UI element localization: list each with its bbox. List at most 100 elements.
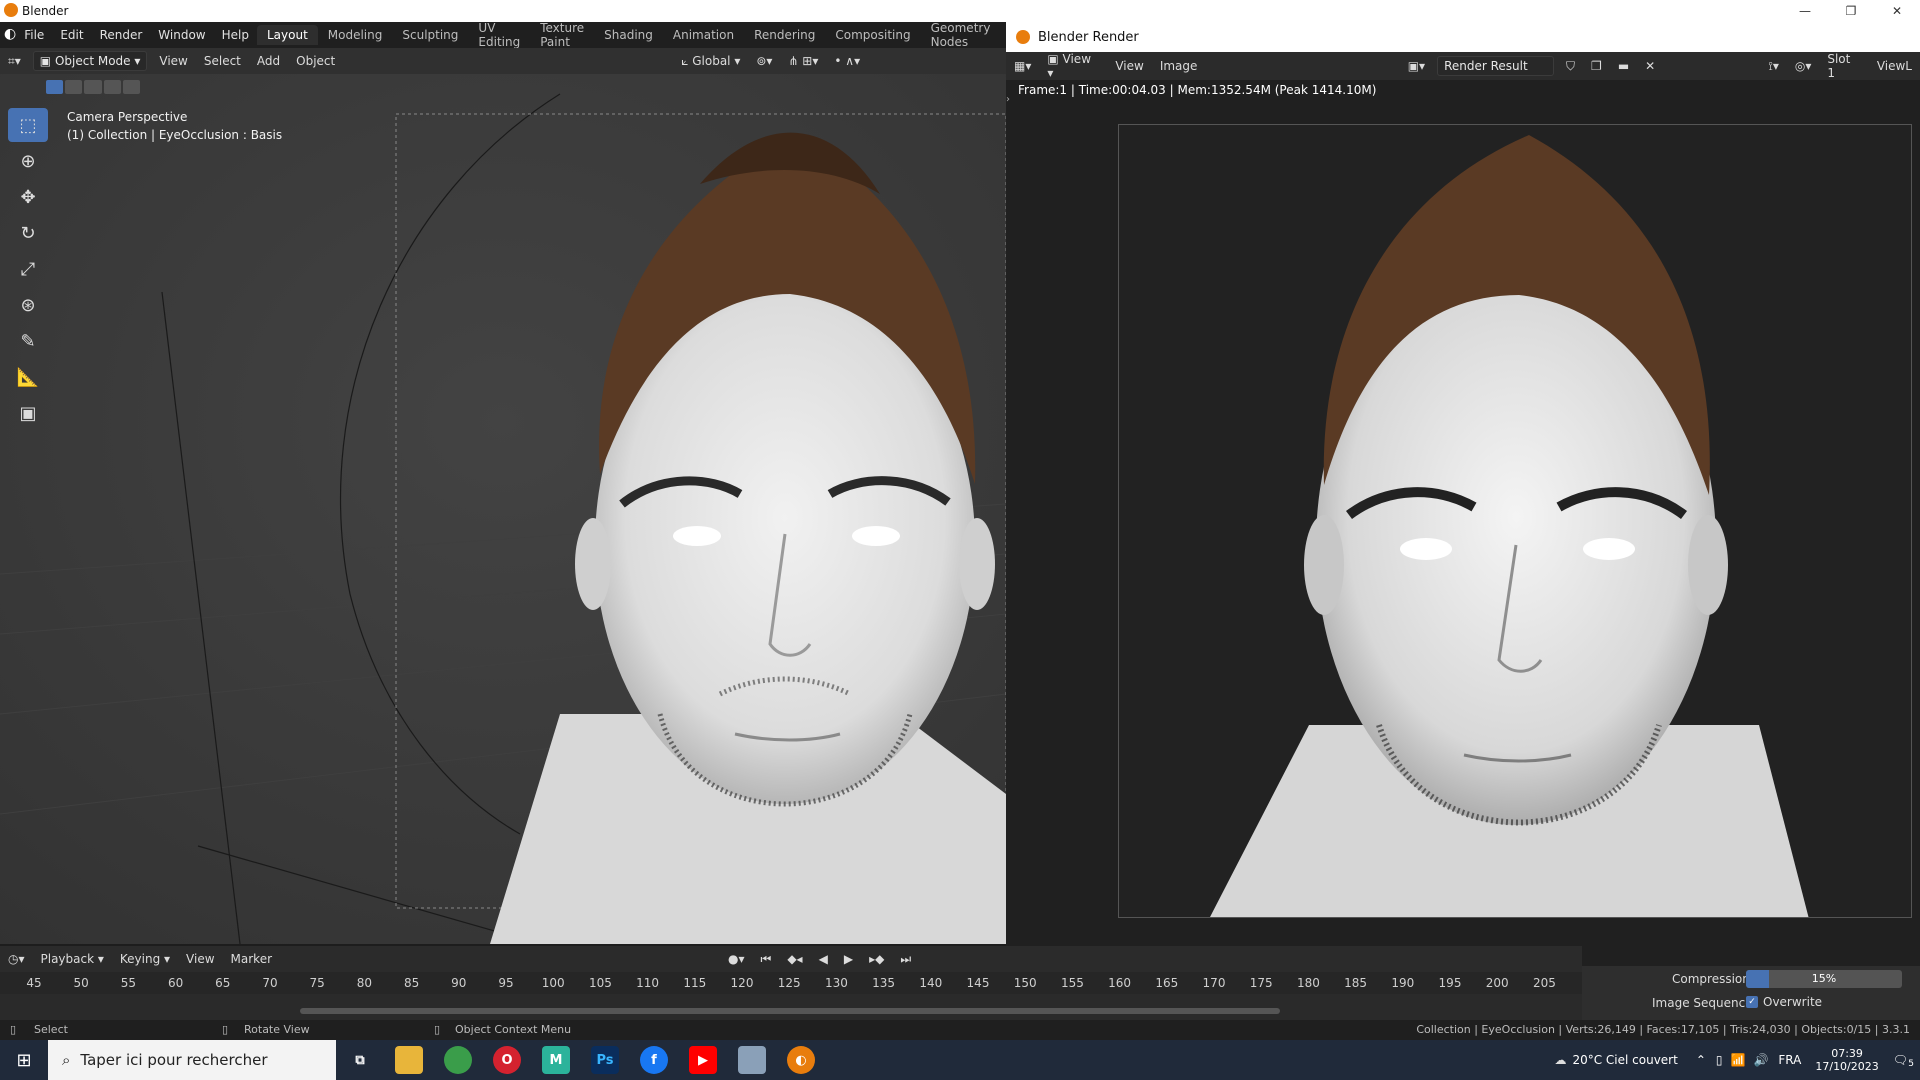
language-indicator[interactable]: FRA: [1778, 1053, 1801, 1067]
slot-dropdown[interactable]: Slot 1: [1819, 52, 1868, 80]
transform-icon[interactable]: ⊛: [8, 288, 48, 322]
timeline-ruler[interactable]: 45 50 55 60 65 70 75 80 85 90 95 100 105 110 115 120 125…: [0, 972, 1582, 994]
move-icon[interactable]: ✥: [8, 180, 48, 214]
menu-playback[interactable]: Playback ▾: [33, 952, 112, 966]
taskbar-search[interactable]: ⌕ Taper ici pour rechercher: [48, 1040, 336, 1080]
menu-marker[interactable]: Marker: [223, 952, 280, 966]
editor-type-icon[interactable]: ⌗▾: [0, 54, 29, 69]
image-view-dropdown[interactable]: ▣ View ▾: [1039, 52, 1107, 80]
play-reverse-icon[interactable]: ◀: [811, 952, 836, 966]
open-image-icon[interactable]: ▬: [1610, 59, 1637, 73]
timeline-scrollbar[interactable]: [300, 1008, 1280, 1014]
close-button[interactable]: ✕: [1874, 0, 1920, 22]
image-name-field[interactable]: Render Result: [1437, 56, 1555, 76]
select-extend-icon[interactable]: [65, 80, 83, 94]
mode-label: Object Mode: [54, 54, 131, 68]
menu-image[interactable]: Image: [1152, 59, 1206, 73]
overlay-icon[interactable]: ◎▾: [1787, 59, 1820, 73]
windows-start-icon[interactable]: ⊞: [0, 1050, 48, 1071]
blender-logo-icon: [4, 3, 18, 17]
mode-dropdown[interactable]: ▣ Object Mode ▾: [32, 51, 148, 71]
menu-timeline-view[interactable]: View: [178, 952, 222, 966]
record-icon[interactable]: ●▾: [720, 952, 753, 966]
photoshop-icon[interactable]: Ps: [591, 1046, 619, 1074]
tab-geometry-nodes[interactable]: Geometry Nodes: [921, 18, 1001, 52]
snap-icon[interactable]: ⋔ ⊞▾: [780, 54, 826, 68]
tab-layout[interactable]: Layout: [256, 25, 318, 45]
cursor-icon[interactable]: ⊕: [8, 144, 48, 178]
blender-menu-icon[interactable]: ◐: [4, 26, 16, 44]
select-subtract-icon[interactable]: [84, 80, 102, 94]
3d-viewport[interactable]: [0, 74, 1006, 944]
jump-end-icon[interactable]: ⏭: [892, 952, 919, 967]
fake-user-icon[interactable]: ⛉: [1558, 59, 1583, 74]
tab-uv-editing[interactable]: UV Editing: [468, 18, 530, 52]
transform-orientation-dropdown[interactable]: ⟀ Global ▾: [673, 54, 748, 69]
overwrite-checkbox[interactable]: ✓ Overwrite: [1746, 995, 1822, 1009]
battery-icon[interactable]: ▯: [1716, 1053, 1723, 1067]
next-keyframe-icon[interactable]: ▸◆: [861, 952, 892, 966]
chevron-up-icon[interactable]: ⌃: [1696, 1053, 1706, 1067]
network-icon[interactable]: 📶: [1730, 1053, 1745, 1067]
select-intersect-icon[interactable]: [122, 80, 141, 94]
youtube-icon[interactable]: ▶: [689, 1046, 717, 1074]
menu-select[interactable]: Select: [196, 54, 249, 68]
tab-sculpting[interactable]: Sculpting: [392, 25, 468, 45]
menu-view-render[interactable]: View: [1107, 59, 1151, 73]
gizmo-icon[interactable]: ⟟▾: [1760, 59, 1787, 74]
menu-view[interactable]: View: [151, 54, 195, 68]
file-explorer-icon[interactable]: [395, 1046, 423, 1074]
new-image-icon[interactable]: ❐: [1583, 59, 1610, 73]
compression-slider[interactable]: 15%: [1746, 970, 1902, 988]
unlink-image-icon[interactable]: ✕: [1637, 59, 1663, 73]
app-window-icon[interactable]: [738, 1046, 766, 1074]
menu-window[interactable]: Window: [150, 28, 213, 42]
tab-shading[interactable]: Shading: [594, 25, 663, 45]
menu-keying[interactable]: Keying ▾: [112, 952, 178, 966]
menu-render[interactable]: Render: [92, 28, 151, 42]
task-view-icon[interactable]: ⧉: [346, 1046, 374, 1074]
tab-texture-paint[interactable]: Texture Paint: [530, 18, 594, 52]
menu-add[interactable]: Add: [249, 54, 288, 68]
timeline-editor-icon[interactable]: ◷▾: [0, 952, 33, 966]
tab-rendering[interactable]: Rendering: [744, 25, 825, 45]
restore-button[interactable]: ❐: [1828, 0, 1874, 22]
view-layer-dropdown[interactable]: ViewL: [1869, 59, 1920, 73]
annotate-icon[interactable]: ✎: [8, 324, 48, 358]
prev-keyframe-icon[interactable]: ◆◂: [779, 952, 810, 966]
rotate-icon[interactable]: ↻: [8, 216, 48, 250]
proportional-edit-icon[interactable]: • ∧▾: [826, 54, 868, 68]
render-collapse-arrow[interactable]: ›: [1006, 94, 1010, 105]
select-box-icon[interactable]: ⬚: [8, 108, 48, 142]
tab-compositing[interactable]: Compositing: [825, 25, 920, 45]
app-m-icon[interactable]: M: [542, 1046, 570, 1074]
facebook-icon[interactable]: f: [640, 1046, 668, 1074]
menu-help[interactable]: Help: [214, 28, 257, 42]
scale-icon[interactable]: ⤢: [8, 252, 48, 286]
menu-object[interactable]: Object: [288, 54, 343, 68]
minimize-button[interactable]: —: [1782, 0, 1828, 22]
notifications-icon[interactable]: 🗨 5: [1893, 1053, 1914, 1069]
volume-icon[interactable]: 🔊: [1753, 1053, 1768, 1067]
menu-file[interactable]: File: [16, 28, 52, 42]
measure-icon[interactable]: 📐: [8, 360, 48, 394]
clock[interactable]: 07:39 17/10/2023: [1815, 1047, 1878, 1073]
select-mode-toggles[interactable]: [46, 80, 141, 96]
menu-edit[interactable]: Edit: [52, 28, 91, 42]
image-editor-type-icon[interactable]: ▦▾: [1006, 59, 1039, 73]
select-new-icon[interactable]: [46, 80, 64, 94]
tab-animation[interactable]: Animation: [663, 25, 744, 45]
add-cube-icon[interactable]: ▣: [8, 396, 48, 430]
blender-taskbar-icon[interactable]: ◐: [787, 1046, 815, 1074]
play-icon[interactable]: ▶: [836, 952, 861, 966]
pivot-icon[interactable]: ⊚▾: [748, 54, 780, 68]
tab-modeling[interactable]: Modeling: [318, 25, 393, 45]
weather-text[interactable]: 20°C Ciel couvert: [1572, 1053, 1677, 1067]
image-browse-icon[interactable]: ▣▾: [1400, 59, 1433, 73]
chrome-icon[interactable]: [444, 1046, 472, 1074]
timeline-track[interactable]: [0, 994, 1582, 1020]
opera-icon[interactable]: O: [493, 1046, 521, 1074]
select-invert-icon[interactable]: [103, 80, 121, 94]
timeline-tick-75: 75: [309, 976, 325, 990]
jump-start-icon[interactable]: ⏮: [753, 952, 780, 967]
